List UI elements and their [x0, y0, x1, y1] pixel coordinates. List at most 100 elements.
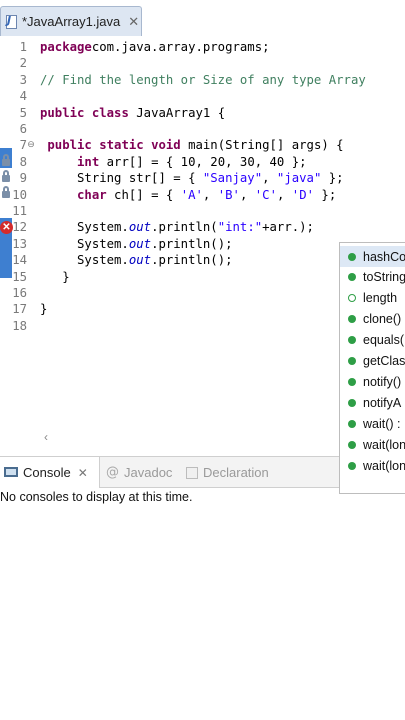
assist-item-label: hashCo: [363, 249, 405, 264]
code-line[interactable]: 12 System.out.println("int:"+arr.);: [0, 219, 405, 235]
code-token: };: [314, 187, 337, 202]
assist-item[interactable]: toString: [340, 267, 405, 288]
code-token: "int:": [217, 220, 263, 235]
code-line[interactable]: 6: [0, 121, 405, 137]
close-icon[interactable]: ✕: [78, 466, 88, 480]
code-token: package: [40, 40, 92, 54]
method-icon: [348, 398, 356, 407]
line-number: 17: [12, 302, 27, 317]
code-token: "java": [276, 171, 322, 186]
code-token: ,: [202, 187, 218, 202]
close-icon[interactable]: ✕: [128, 14, 139, 30]
code-text: String str[] = { "Sanjay", "java" };: [40, 170, 344, 186]
line-number: 14: [12, 253, 27, 268]
code-token: 'A': [180, 187, 203, 202]
line-number: 5: [19, 105, 27, 120]
assist-item-label: clone(): [363, 312, 402, 327]
method-icon: [348, 336, 356, 345]
code-token: 'B': [217, 187, 240, 202]
code-token: out: [128, 236, 152, 251]
method-icon: [348, 273, 356, 282]
code-token: static: [99, 138, 144, 153]
horizontal-scrollbar[interactable]: ‹: [40, 430, 340, 444]
code-text: int arr[] = { 10, 20, 30, 40 };: [40, 154, 307, 170]
fold-collapse-icon[interactable]: ⊖: [26, 139, 36, 149]
code-line[interactable]: 7 public static void main(String[] args)…: [0, 137, 405, 153]
code-line[interactable]: 11: [0, 203, 405, 219]
assist-item-label: wait(lon: [363, 437, 405, 452]
code-text: public class JavaArray1 {: [40, 105, 225, 121]
assist-item[interactable]: hashCo: [340, 246, 405, 267]
tab-declaration[interactable]: Declaration: [186, 457, 269, 488]
code-line[interactable]: 3 // Find the length or Size of any type …: [0, 72, 405, 88]
code-text: System.out.println();: [40, 252, 233, 268]
code-token: +arr.);: [262, 220, 314, 235]
code-line[interactable]: 8 int arr[] = { 10, 20, 30, 40 };: [0, 154, 405, 170]
console-message: No consoles to display at this time.: [0, 490, 193, 504]
code-line[interactable]: 1 packagecom.java.array.programs;: [0, 39, 405, 55]
code-token: System.: [40, 220, 129, 235]
code-token: ch[] = {: [106, 187, 181, 202]
method-icon: [348, 440, 356, 449]
code-line[interactable]: 4: [0, 88, 405, 104]
code-token: class: [91, 105, 129, 120]
code-token: .println();: [151, 236, 233, 251]
editor-tab-javaarray1[interactable]: J *JavaArray1.java ✕: [0, 6, 142, 36]
code-token: .println();: [151, 253, 233, 268]
code-text: packagecom.java.array.programs;: [40, 39, 270, 55]
assist-item-label: notify(): [363, 374, 402, 389]
code-token: out: [128, 220, 152, 235]
java-file-icon: J: [4, 14, 20, 30]
content-assist-popup[interactable]: hashCo toString length clone() equals( getCla…: [339, 242, 405, 494]
line-number: 4: [19, 89, 27, 104]
error-icon[interactable]: ✕: [0, 221, 13, 234]
assist-item[interactable]: wait(lon: [340, 434, 405, 455]
code-token: main(String[] args) {: [180, 138, 344, 153]
assist-item[interactable]: wait() :: [340, 413, 405, 434]
line-number: 18: [12, 318, 27, 333]
code-text: char ch[] = { 'A', 'B', 'C', 'D' };: [40, 187, 336, 203]
code-text: System.out.println();: [40, 236, 233, 252]
code-line[interactable]: 9 String str[] = { "Sanjay", "java" };: [0, 170, 405, 186]
tab-console[interactable]: Console ✕: [0, 457, 100, 488]
code-token: arr[] = { 10, 20, 30, 40 };: [99, 154, 307, 169]
line-number: 16: [12, 286, 27, 300]
code-token: 'C': [254, 187, 277, 202]
assist-item-label: wait(lon: [363, 458, 405, 473]
code-token: char: [77, 187, 107, 202]
tab-javadoc-label: Javadoc: [124, 465, 173, 480]
code-text: System.out.println("int:"+arr.);: [40, 219, 314, 235]
code-text: // Find the length or Size of any type A…: [40, 72, 366, 88]
assist-item-label: getClas: [363, 354, 405, 368]
code-line[interactable]: 10 char ch[] = { 'A', 'B', 'C', 'D' };: [0, 187, 405, 203]
line-number: 2: [19, 56, 27, 71]
code-token: // Find the length or Size of any type A…: [40, 72, 366, 87]
lock-icon: [1, 185, 11, 199]
assist-item-label: notifyA: [363, 395, 402, 410]
code-line[interactable]: 5 public class JavaArray1 {: [0, 105, 405, 121]
declaration-icon: [186, 466, 198, 479]
assist-item[interactable]: wait(lon: [340, 455, 405, 476]
code-token: String str[] = {: [40, 171, 203, 186]
code-token: public: [47, 138, 92, 153]
editor-tab-bar: J *JavaArray1.java ✕: [0, 0, 405, 38]
scroll-left-icon[interactable]: ‹: [44, 430, 48, 444]
assist-item[interactable]: clone(): [340, 309, 405, 330]
assist-item[interactable]: notify(): [340, 371, 405, 392]
assist-item[interactable]: getClas: [340, 351, 405, 372]
method-icon: [348, 419, 356, 428]
code-line[interactable]: 2: [0, 55, 405, 71]
code-token: }: [40, 302, 48, 317]
code-token: com.java.array.programs;: [91, 40, 270, 54]
code-token: ,: [239, 187, 255, 202]
assist-item[interactable]: notifyA: [340, 392, 405, 413]
lock-icon: [1, 153, 11, 167]
assist-item[interactable]: equals(: [340, 330, 405, 351]
tab-javadoc[interactable]: @ Javadoc: [106, 457, 172, 488]
code-token: "Sanjay": [202, 171, 263, 186]
method-icon: [348, 461, 356, 470]
code-token: 'D': [291, 187, 315, 202]
assist-item[interactable]: length: [340, 288, 405, 309]
line-number: 3: [19, 72, 27, 87]
